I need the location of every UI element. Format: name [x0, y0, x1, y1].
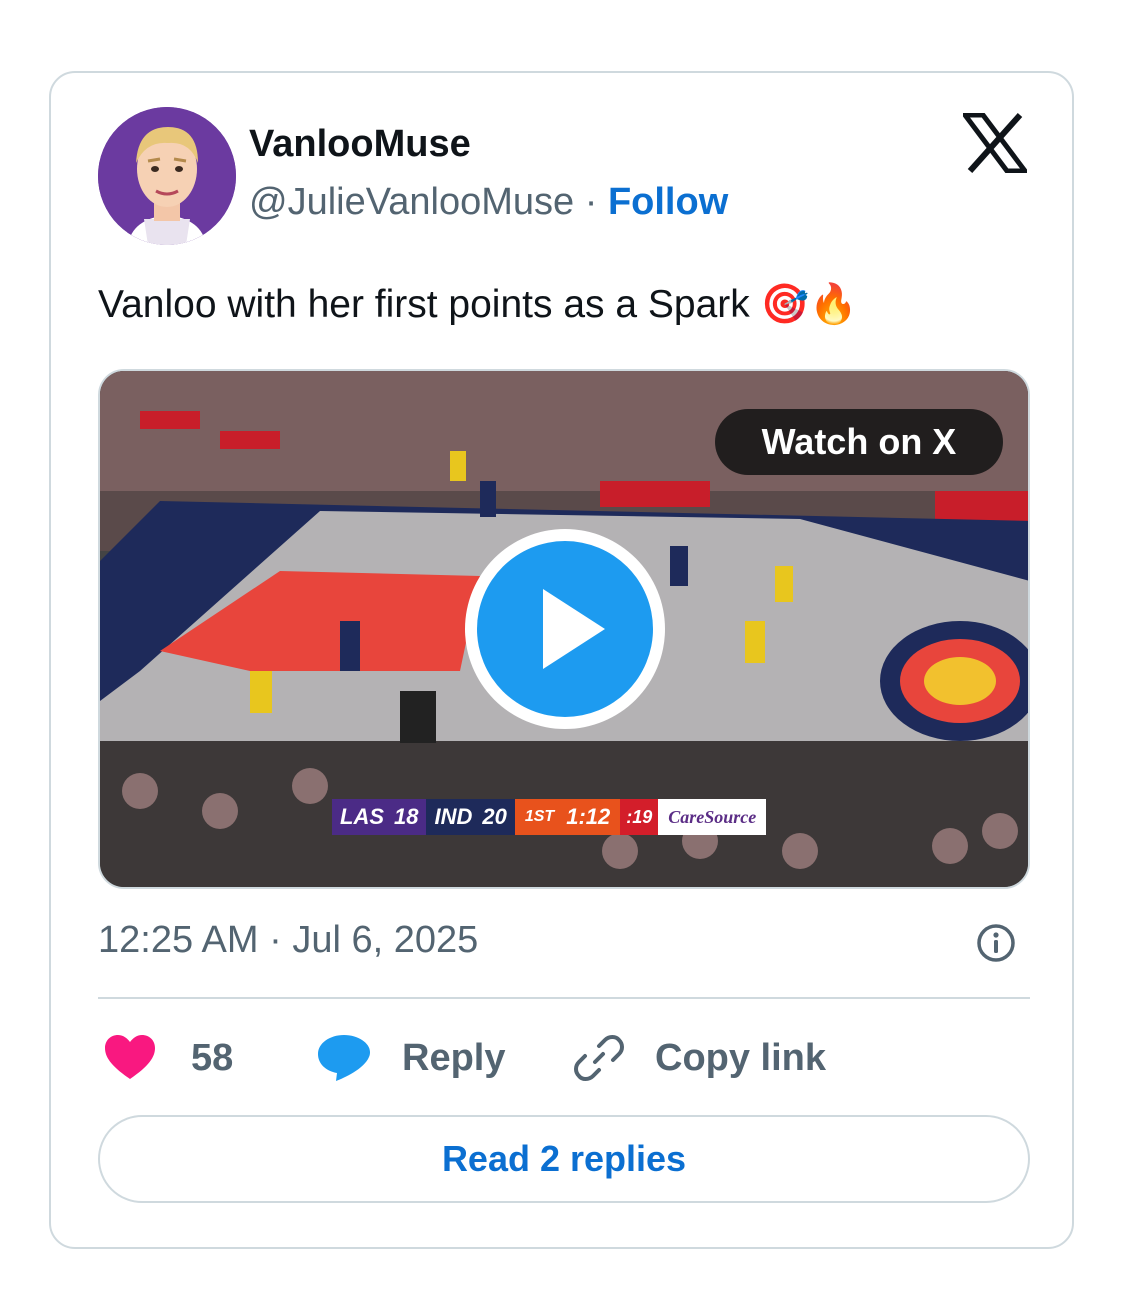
handle-separator: ·: [584, 181, 598, 223]
home-score: 20: [482, 804, 507, 829]
author-handle[interactable]: @JulieVanlooMuse: [249, 181, 574, 223]
scorebug-home: IND 20: [426, 799, 515, 835]
shot-clock: :19: [620, 799, 659, 835]
author-handle-row: @JulieVanlooMuse · Follow: [249, 181, 728, 224]
away-score: 18: [394, 804, 419, 829]
reply-bubble-icon: [318, 1035, 370, 1081]
divider: [98, 997, 1030, 999]
game-period: 1ST: [524, 808, 555, 825]
like-count: 58: [191, 1036, 234, 1079]
scorebug-clock: 1ST 1:12: [514, 799, 621, 835]
reply-button[interactable]: Reply: [316, 1033, 505, 1083]
scorebug-sponsor: CareSource: [658, 799, 767, 835]
video-thumbnail[interactable]: Watch on X LAS 18 IND 20 1ST 1:12 :19 Ca…: [98, 369, 1030, 889]
follow-button[interactable]: Follow: [608, 181, 728, 223]
copy-link-button[interactable]: Copy link: [573, 1033, 826, 1083]
scorebug-away: LAS 18: [332, 799, 427, 835]
author-display-name[interactable]: VanlooMuse: [249, 123, 471, 166]
play-circle: [477, 541, 653, 717]
tweet-timestamp[interactable]: 12:25 AM · Jul 6, 2025: [98, 919, 478, 962]
read-replies-button[interactable]: Read 2 replies: [98, 1115, 1030, 1203]
author-avatar[interactable]: [98, 107, 236, 245]
heart-icon: [105, 1035, 155, 1079]
watch-on-x-button[interactable]: Watch on X: [715, 409, 1003, 475]
play-button[interactable]: [465, 529, 665, 729]
away-team: LAS: [340, 804, 384, 829]
reply-label: Reply: [402, 1036, 506, 1079]
tweet-text: Vanloo with her first points as a Spark …: [98, 283, 858, 326]
game-clock: 1:12: [566, 804, 611, 829]
copy-link-label: Copy link: [655, 1036, 827, 1079]
link-icon: [574, 1035, 624, 1081]
avatar-illustration: [98, 107, 236, 245]
like-button[interactable]: 58: [103, 1033, 233, 1083]
scorebug: LAS 18 IND 20 1ST 1:12 :19 CareSource: [332, 799, 767, 835]
home-team: IND: [434, 804, 473, 829]
info-icon[interactable]: [976, 923, 1016, 963]
play-icon: [543, 589, 605, 669]
tweet-embed-card: VanlooMuse @JulieVanlooMuse · Follow Van…: [49, 71, 1074, 1249]
x-logo-icon[interactable]: [963, 113, 1027, 173]
